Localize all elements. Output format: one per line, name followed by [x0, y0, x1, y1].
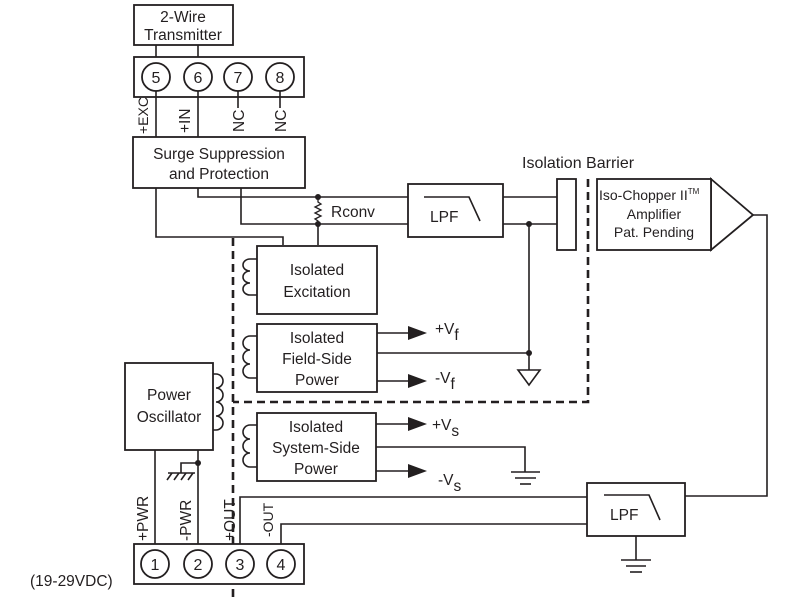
amplifier-label-line1: Iso-Chopper IITM — [599, 187, 700, 203]
arrow-icon — [408, 464, 427, 478]
transformer-coil-icon — [242, 258, 257, 296]
terminal-4[interactable]: 4 — [266, 549, 296, 579]
field-plus-v-label: +Vf — [435, 321, 459, 344]
rconv-label: Rconv — [331, 204, 375, 221]
field-side-power-block: Isolated Field-Side Power — [242, 323, 378, 393]
svg-text:Field-Side: Field-Side — [282, 351, 352, 368]
input-lpf-label: LPF — [430, 209, 458, 226]
system-side-power-block: Isolated System-Side Power — [242, 412, 377, 482]
iso-chopper-amplifier: Iso-Chopper IITM Amplifier Pat. Pending — [596, 177, 755, 252]
svg-text:8: 8 — [276, 70, 285, 87]
system-plus-v-label: +Vs — [432, 417, 459, 440]
terminal-3[interactable]: 3 — [225, 549, 255, 579]
terminal-8[interactable]: 8 — [265, 62, 295, 92]
transmitter-block: 2-Wire Transmitter — [133, 4, 234, 46]
svg-text:2: 2 — [194, 557, 203, 574]
earth-ground-icon — [511, 471, 540, 485]
svg-text:System-Side: System-Side — [272, 440, 360, 457]
terminal-6-label: +IN — [177, 108, 194, 133]
input-lpf-block: LPF — [407, 183, 504, 238]
output-lpf-block: LPF — [586, 482, 686, 537]
terminal-5[interactable]: 5 — [141, 62, 171, 92]
signal-ground-icon — [516, 369, 542, 387]
svg-text:4: 4 — [277, 557, 286, 574]
field-minus-v-label: -Vf — [435, 370, 456, 393]
power-oscillator-block: Power Oscillator — [124, 362, 224, 451]
surge-label-line2: and Protection — [169, 166, 269, 183]
arrow-icon — [408, 417, 427, 431]
output-lpf-label: LPF — [610, 507, 638, 524]
chassis-ground-icon — [166, 472, 195, 481]
arrow-icon — [408, 326, 427, 340]
terminal-7[interactable]: 7 — [223, 62, 253, 92]
terminal-4-label: -OUT — [260, 502, 276, 537]
terminal-6[interactable]: 6 — [183, 62, 213, 92]
supply-range-label: (19-29VDC) — [30, 573, 113, 590]
signal-conditioner-block-diagram: 2-Wire Transmitter 5 6 7 8 +EXC +IN NC N… — [30, 4, 768, 600]
svg-text:6: 6 — [194, 70, 203, 87]
terminal-2[interactable]: 2 — [183, 549, 213, 579]
svg-text:Power: Power — [147, 387, 191, 404]
svg-text:Power: Power — [294, 461, 338, 478]
svg-text:Isolated: Isolated — [289, 419, 343, 436]
isolated-excitation-block: Isolated Excitation — [242, 245, 378, 315]
terminal-1-label: +PWR — [135, 496, 152, 541]
transformer-coil-icon — [213, 373, 224, 431]
isolation-barrier-label: Isolation Barrier — [522, 155, 635, 172]
svg-text:3: 3 — [236, 557, 245, 574]
amplifier-label-line2: Amplifier — [627, 206, 682, 222]
input-terminal-block: 5 6 7 8 — [133, 56, 305, 98]
svg-text:5: 5 — [152, 70, 161, 87]
terminal-8-label: NC — [273, 110, 290, 132]
transmitter-label-line1: 2-Wire — [160, 9, 206, 26]
excitation-label-line1: Isolated — [290, 262, 344, 279]
terminal-3-label: +OUT — [222, 499, 239, 541]
transformer-coil-icon — [242, 424, 257, 468]
isolation-barrier-coupler — [556, 178, 577, 251]
svg-text:7: 7 — [234, 70, 243, 87]
transformer-coil-icon — [242, 335, 257, 379]
svg-text:Isolated: Isolated — [290, 330, 344, 347]
excitation-label-line2: Excitation — [283, 284, 350, 301]
rconv-resistor: Rconv — [313, 194, 375, 245]
terminal-5-label: +EXC — [135, 97, 151, 134]
svg-text:Power: Power — [295, 372, 339, 389]
arrow-icon — [408, 374, 427, 388]
system-minus-v-label: -Vs — [438, 472, 462, 495]
amplifier-label-line3: Pat. Pending — [614, 224, 694, 240]
earth-ground-icon — [621, 559, 651, 573]
surge-label-line1: Surge Suppression — [153, 146, 285, 163]
surge-protection-block: Surge Suppression and Protection — [132, 136, 306, 189]
svg-text:1: 1 — [151, 557, 160, 574]
terminal-1[interactable]: 1 — [140, 549, 170, 579]
svg-text:Oscillator: Oscillator — [137, 409, 202, 426]
terminal-2-label: -PWR — [178, 500, 195, 541]
output-terminal-block: 1 2 3 4 — [133, 543, 305, 585]
terminal-7-label: NC — [231, 110, 248, 132]
transmitter-label-line2: Transmitter — [144, 27, 222, 44]
